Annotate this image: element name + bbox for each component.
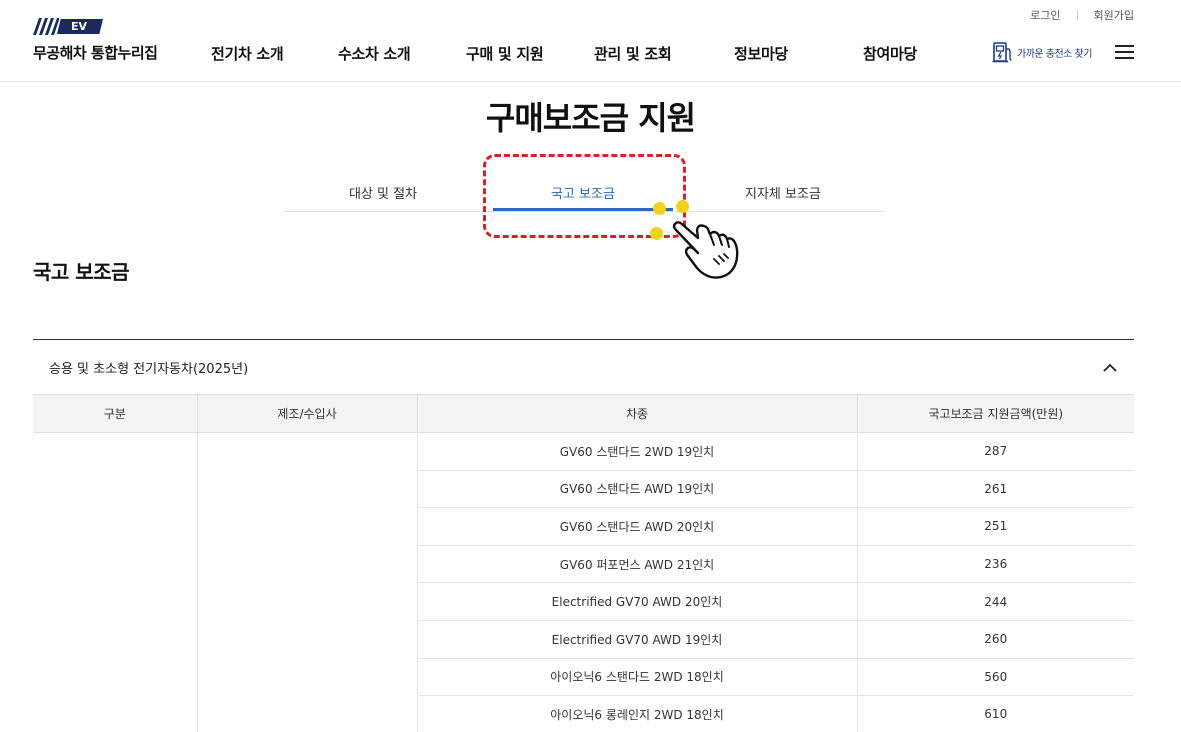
util-divider: [1076, 10, 1078, 20]
utility-links: 로그인 회원가입: [1030, 7, 1134, 23]
amount-cell: 251: [856, 507, 1134, 546]
login-link[interactable]: 로그인: [1030, 7, 1060, 23]
subsidy-table: 구분 제조/수입사 차종 국고보조금 지원금액(만원) GV60 스탠다드 2W…: [33, 394, 1134, 732]
manufacturer-cell: [196, 432, 417, 732]
menu-icon[interactable]: [1115, 45, 1134, 59]
amount-cell: 260: [856, 620, 1134, 659]
amount-cell: 236: [856, 545, 1134, 584]
nav-item-purchase-support[interactable]: 구매 및 지원: [466, 43, 544, 64]
amount-cell: 261: [856, 470, 1134, 509]
click-spark: [676, 200, 689, 213]
site-logo[interactable]: EV 무공해차 통합누리집: [33, 18, 158, 63]
nav-item-participation[interactable]: 참여마당: [863, 43, 917, 64]
charger-finder-label: 가까운 충전소 찾기: [1017, 48, 1092, 60]
model-cell: GV60 퍼포먼스 AWD 21인치: [416, 545, 857, 584]
logo-stripes-icon: [33, 18, 59, 35]
accordion: 승용 및 초소형 전기자동차(2025년): [33, 339, 1134, 395]
logo-mark: EV: [33, 18, 157, 35]
click-spark: [650, 227, 663, 240]
amount-cell: 244: [856, 582, 1134, 621]
amount-cell: 560: [856, 658, 1134, 697]
section-title: 국고 보조금: [33, 260, 129, 284]
column-header: 국고보조금 지원금액(만원): [856, 394, 1134, 433]
nav-item-hydrogen-intro[interactable]: 수소차 소개: [338, 43, 411, 64]
tab-local-subsidy[interactable]: 지자체 보조금: [745, 183, 821, 202]
logo-name: 무공해차 통합누리집: [33, 44, 158, 62]
nav-item-info[interactable]: 정보마당: [734, 43, 788, 64]
model-cell: Electrified GV70 AWD 19인치: [416, 620, 857, 659]
model-cell: GV60 스탠다드 2WD 19인치: [416, 432, 857, 471]
charger-finder-link[interactable]: 가까운 충전소 찾기: [992, 41, 1092, 63]
accordion-header[interactable]: 승용 및 초소형 전기자동차(2025년): [33, 340, 1134, 395]
pointing-hand-icon: [672, 221, 739, 279]
category-cell: [33, 433, 197, 732]
column-header: 제조/수입사: [196, 394, 417, 433]
amount-cell: 287: [856, 432, 1134, 471]
column-header: 구분: [33, 394, 197, 433]
charging-station-icon: [992, 42, 1012, 63]
model-cell: 아이오닉6 스탠다드 2WD 18인치: [416, 658, 857, 697]
table-row: GV60 스탠다드 2WD 19인치 287: [33, 432, 1134, 732]
column-header: 차종: [416, 394, 857, 433]
chevron-up-icon[interactable]: [1102, 363, 1118, 373]
page-title: 구매보조금 지원: [485, 99, 696, 137]
accordion-title: 승용 및 초소형 전기자동차(2025년): [49, 362, 249, 377]
highlight-box: [483, 154, 686, 238]
logo-badge: EV: [57, 19, 104, 34]
model-cell: GV60 스탠다드 AWD 20인치: [416, 507, 857, 546]
tab-target-procedure[interactable]: 대상 및 절차: [349, 183, 417, 202]
nav-item-ev-intro[interactable]: 전기차 소개: [211, 43, 284, 64]
nav-item-management[interactable]: 관리 및 조회: [594, 43, 672, 64]
header-divider: [0, 81, 1181, 82]
model-cell: 아이오닉6 롱레인지 2WD 18인치: [416, 695, 857, 732]
table-header-row: 구분 제조/수입사 차종 국고보조금 지원금액(만원): [33, 394, 1134, 433]
click-spark: [653, 202, 666, 215]
model-cell: Electrified GV70 AWD 20인치: [416, 582, 857, 621]
amount-cell: 610: [856, 695, 1134, 732]
join-link[interactable]: 회원가입: [1094, 7, 1134, 23]
model-cell: GV60 스탠다드 AWD 19인치: [416, 470, 857, 509]
